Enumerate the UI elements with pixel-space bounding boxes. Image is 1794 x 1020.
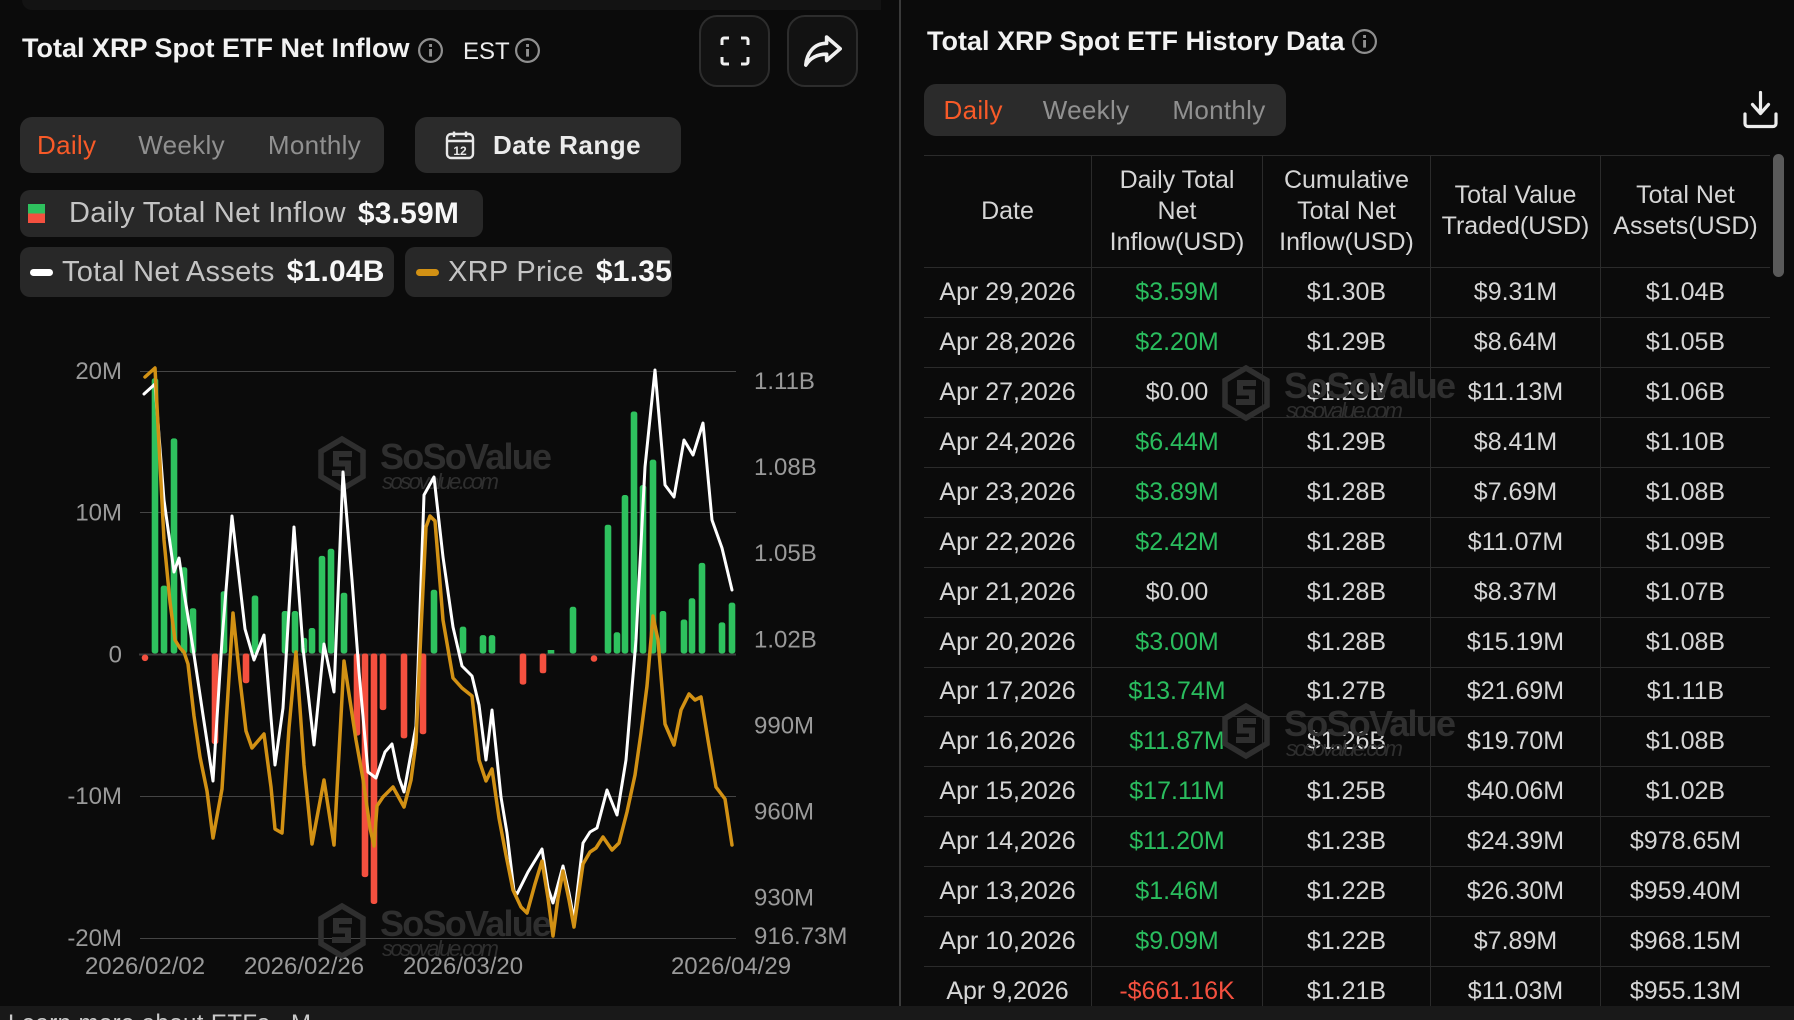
svg-text:sosovalue.com: sosovalue.com (382, 469, 499, 494)
svg-text:960M: 960M (754, 799, 814, 826)
svg-text:916.73M: 916.73M (754, 923, 847, 950)
svg-text:990M: 990M (754, 713, 814, 740)
svg-text:0: 0 (109, 642, 122, 669)
svg-text:-20M: -20M (67, 925, 122, 952)
svg-text:1.02B: 1.02B (754, 627, 817, 654)
svg-text:2026/02/26: 2026/02/26 (244, 953, 364, 980)
svg-text:10M: 10M (75, 500, 122, 527)
svg-text:1.05B: 1.05B (754, 540, 817, 567)
svg-text:12: 12 (453, 144, 467, 158)
svg-text:20M: 20M (75, 358, 122, 385)
svg-text:1.11B: 1.11B (754, 368, 815, 395)
svg-text:2026/02/02: 2026/02/02 (85, 953, 205, 980)
svg-text:-10M: -10M (67, 783, 122, 810)
svg-text:sosovalue.com: sosovalue.com (1286, 398, 1403, 423)
svg-text:2026/04/29: 2026/04/29 (671, 953, 791, 980)
svg-text:sosovalue.com: sosovalue.com (1286, 736, 1403, 761)
svg-text:1.08B: 1.08B (754, 454, 817, 481)
svg-text:sosovalue.com: sosovalue.com (382, 936, 499, 961)
svg-text:930M: 930M (754, 885, 814, 912)
